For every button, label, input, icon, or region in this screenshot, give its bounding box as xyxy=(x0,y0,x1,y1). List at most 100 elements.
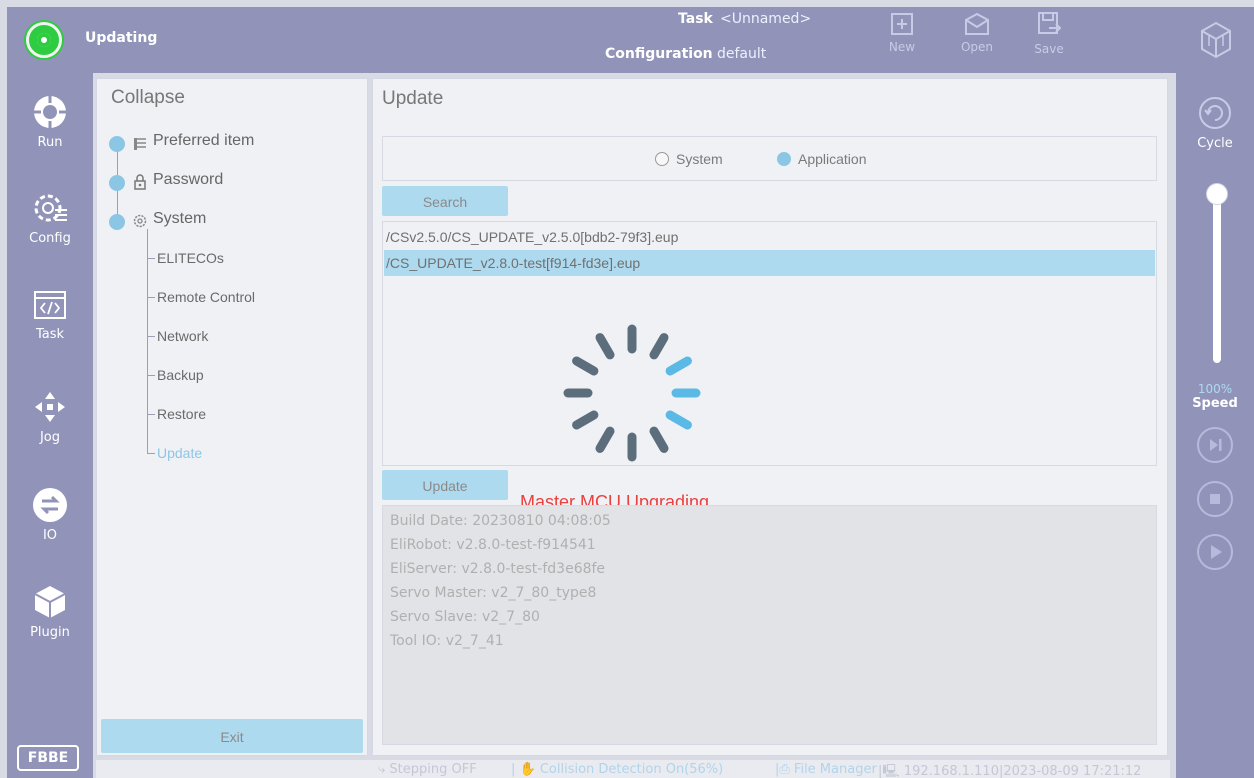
radio-system-label[interactable]: System xyxy=(676,151,723,167)
info-line: EliRobot: v2.8.0-test-f914541 xyxy=(390,537,596,553)
stepping-status[interactable]: ⤷ Stepping OFF xyxy=(378,762,477,777)
info-line: Tool IO: v2_7_41 xyxy=(390,633,504,649)
update-file-list[interactable]: /CSv2.5.0/CS_UPDATE_v2.5.0[bdb2-79f3].eu… xyxy=(382,221,1157,466)
expand-icon[interactable] xyxy=(109,175,125,191)
configuration-name[interactable]: default xyxy=(717,46,766,62)
tree-child-network[interactable]: Network xyxy=(157,328,208,344)
collapse-toggle[interactable]: Collapse xyxy=(111,87,185,109)
save-label: Save xyxy=(1034,42,1064,56)
task-name[interactable]: <Unnamed> xyxy=(720,11,811,27)
update-type-group: System Application xyxy=(382,136,1157,181)
expand-icon[interactable] xyxy=(109,136,125,152)
nav-io[interactable]: IO xyxy=(7,486,93,566)
list-item-selected[interactable]: /CS_UPDATE_v2.8.0-test[f914-fd3e].eup xyxy=(384,250,1155,276)
file-manager-text: File Manager xyxy=(793,762,877,777)
exit-button[interactable]: Exit xyxy=(101,719,363,753)
search-button[interactable]: Search xyxy=(382,186,508,216)
new-file-icon xyxy=(891,13,913,35)
spinner-dash xyxy=(649,426,669,453)
radio-application-label[interactable]: Application xyxy=(798,151,867,167)
speed-slider-track[interactable] xyxy=(1213,183,1221,363)
plugin-box-icon xyxy=(34,586,66,618)
tree-connector xyxy=(147,336,155,337)
tree-item-label: Password xyxy=(153,171,224,188)
loading-spinner-icon xyxy=(563,324,701,462)
task-label: Task xyxy=(678,11,713,27)
collision-text: Collision Detection On(56%) xyxy=(539,762,724,777)
jog-arrows-icon xyxy=(35,392,65,422)
radio-system[interactable] xyxy=(655,152,669,166)
update-panel: Update System Application Search /CSv2.5… xyxy=(372,78,1168,756)
tree-child-backup[interactable]: Backup xyxy=(157,367,204,383)
configuration-label: Configuration xyxy=(605,46,713,62)
update-button[interactable]: Update xyxy=(382,470,508,500)
nav-task[interactable]: Task xyxy=(7,289,93,369)
cycle-label: Cycle xyxy=(1197,136,1233,151)
stepping-text: Stepping OFF xyxy=(389,762,477,777)
tree-child-update[interactable]: Update xyxy=(157,445,202,461)
play-button[interactable] xyxy=(1197,534,1233,570)
tree-connector xyxy=(147,258,155,259)
tree-connector xyxy=(147,375,155,376)
tree-connector xyxy=(147,414,155,415)
control-rail: Cycle 100% Speed xyxy=(1176,73,1254,778)
main-nav-rail: Run Config Task Jog IO Plugin FBBE xyxy=(7,73,93,778)
spinner-dash xyxy=(572,356,599,376)
info-line: EliServer: v2.8.0-test-fd3e68fe xyxy=(390,561,606,577)
run-icon xyxy=(34,96,66,128)
status-indicator-icon xyxy=(26,22,62,58)
save-icon xyxy=(1038,12,1062,34)
nav-plugin-label: Plugin xyxy=(30,625,70,640)
nav-plugin[interactable]: Plugin xyxy=(7,583,93,663)
new-label: New xyxy=(888,40,916,54)
gear-icon xyxy=(133,214,147,228)
nav-io-label: IO xyxy=(42,528,58,543)
nav-config[interactable]: Config xyxy=(7,189,93,269)
spinner-dash xyxy=(649,333,669,360)
tree-child-remote-control[interactable]: Remote Control xyxy=(157,289,255,305)
collision-status[interactable]: | ✋ Collision Detection On(56%) xyxy=(511,762,723,777)
config-gear-icon xyxy=(34,194,67,222)
spinner-dash xyxy=(595,333,615,360)
play-icon xyxy=(1211,545,1222,559)
page-title: Update xyxy=(382,88,444,109)
step-button[interactable] xyxy=(1197,427,1233,463)
speed-label: Speed xyxy=(1192,396,1238,411)
spinner-dash xyxy=(595,426,615,453)
robot-cube-logo xyxy=(1199,21,1233,63)
datetime: 2023-08-09 17:21:12 xyxy=(1003,764,1142,778)
spinner-dash xyxy=(665,356,692,376)
speed-slider-handle[interactable] xyxy=(1206,183,1228,205)
collapse-icon[interactable] xyxy=(109,214,125,230)
info-line: Servo Master: v2_7_80_type8 xyxy=(390,585,597,601)
io-icon xyxy=(33,488,67,522)
tree-item-label: Preferred item xyxy=(153,132,255,149)
open-button[interactable]: Open xyxy=(947,9,1007,69)
radio-application[interactable] xyxy=(777,152,791,166)
nav-task-label: Task xyxy=(35,327,65,342)
user-badge[interactable]: FBBE xyxy=(17,745,79,771)
tree-connector xyxy=(147,229,148,453)
version-info-box: Build Date: 20230810 04:08:05 EliRobot: … xyxy=(382,505,1157,745)
new-button[interactable]: New xyxy=(872,9,932,69)
nav-jog[interactable]: Jog xyxy=(7,388,93,468)
file-manager-link[interactable]: |⎙ File Manager xyxy=(775,762,877,777)
save-button[interactable]: Save xyxy=(1019,9,1079,69)
cycle-icon xyxy=(1199,97,1231,129)
stop-icon xyxy=(1210,494,1220,504)
step-icon xyxy=(1210,439,1222,451)
nav-run-label: Run xyxy=(37,135,63,150)
list-item[interactable]: /CSv2.5.0/CS_UPDATE_v2.5.0[bdb2-79f3].eu… xyxy=(384,224,1155,250)
ip-address: 192.168.1.110 xyxy=(903,764,999,778)
list-icon xyxy=(134,138,146,150)
nav-run[interactable]: Run xyxy=(7,93,93,173)
cycle-button[interactable] xyxy=(1197,95,1233,135)
lock-icon xyxy=(134,174,146,190)
stop-button[interactable] xyxy=(1197,481,1233,517)
tree-connector xyxy=(147,297,155,298)
info-line: Build Date: 20230810 04:08:05 xyxy=(390,513,611,529)
spinner-dash xyxy=(572,410,599,430)
tree-child-restore[interactable]: Restore xyxy=(157,406,206,422)
top-bar: Updating Task <Unnamed> Configuration de… xyxy=(7,7,1254,73)
tree-child-elitecos[interactable]: ELITECOs xyxy=(157,250,224,266)
